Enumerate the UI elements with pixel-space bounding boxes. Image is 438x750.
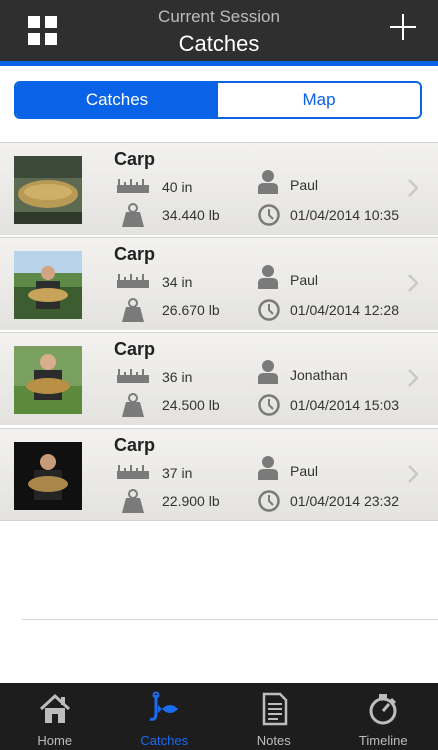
angler-name: Paul <box>290 177 319 193</box>
tab-bar: Home Catches Notes Timeline <box>0 683 438 750</box>
catch-row[interactable]: Carp 40 in 34.440 lb Paul 01/04/2014 10:… <box>0 142 438 235</box>
species-label: Carp <box>114 435 156 455</box>
add-catch-icon[interactable] <box>390 14 416 40</box>
weight-value: 22.900 lb <box>162 493 220 509</box>
session-subtitle: Current Session <box>158 7 280 26</box>
species-label: Carp <box>114 339 156 359</box>
weight-value: 24.500 lb <box>162 397 220 413</box>
length-value: 34 in <box>162 274 193 290</box>
clock-icon <box>258 299 280 321</box>
weight-icon <box>122 489 144 513</box>
tab-label: Notes <box>256 733 291 748</box>
angler-name: Jonathan <box>290 367 348 383</box>
catch-photo <box>14 251 82 319</box>
species-label: Carp <box>114 149 156 169</box>
tab-notes[interactable]: Notes <box>219 683 329 750</box>
home-icon <box>39 693 70 723</box>
catch-photo <box>14 156 82 224</box>
header-accent-bar <box>0 61 438 66</box>
chevron-right-icon <box>408 274 418 292</box>
angler-name: Paul <box>290 272 319 288</box>
weight-value: 26.670 lb <box>162 302 220 318</box>
catch-datetime: 01/04/2014 12:28 <box>290 302 399 318</box>
catch-row[interactable]: Carp 34 in 26.670 lb Paul 01/04/2014 12:… <box>0 237 438 330</box>
weight-icon <box>122 298 144 322</box>
top-bar: Current Session Catches <box>0 0 438 61</box>
length-value: 40 in <box>162 179 193 195</box>
tab-label: Home <box>37 733 73 748</box>
clock-icon <box>258 394 280 416</box>
ruler-icon <box>117 465 149 479</box>
person-icon <box>258 456 278 480</box>
ruler-icon <box>117 369 149 383</box>
tab-timeline[interactable]: Timeline <box>329 683 438 750</box>
tab-home[interactable]: Home <box>0 683 110 750</box>
chevron-right-icon <box>408 179 418 197</box>
list-divider <box>22 619 438 620</box>
person-icon <box>258 265 278 289</box>
segment-map[interactable]: Map <box>218 83 420 117</box>
person-icon <box>258 170 278 194</box>
length-value: 37 in <box>162 465 193 481</box>
clock-icon <box>258 490 280 512</box>
catch-photo <box>14 442 82 510</box>
tab-label: Timeline <box>358 733 408 748</box>
catches-icon <box>149 691 179 721</box>
catch-datetime: 01/04/2014 23:32 <box>290 493 399 509</box>
tab-catches[interactable]: Catches <box>110 683 220 750</box>
catch-row[interactable]: Carp 37 in 22.900 lb Paul 01/04/2014 23:… <box>0 428 438 521</box>
person-icon <box>258 360 278 384</box>
length-value: 36 in <box>162 369 193 385</box>
notes-icon <box>262 692 287 726</box>
chevron-right-icon <box>408 369 418 387</box>
chevron-right-icon <box>408 465 418 483</box>
angler-name: Paul <box>290 463 319 479</box>
weight-icon <box>122 203 144 227</box>
view-segmented-control: Catches Map <box>14 81 422 119</box>
page-title: Catches <box>178 31 260 56</box>
catch-datetime: 01/04/2014 10:35 <box>290 207 399 223</box>
catch-photo <box>14 346 82 414</box>
catch-datetime: 01/04/2014 15:03 <box>290 397 399 413</box>
timeline-icon <box>369 694 397 725</box>
weight-icon <box>122 393 144 417</box>
ruler-icon <box>117 179 149 193</box>
catch-row[interactable]: Carp 36 in 24.500 lb Jonathan 01/04/2014… <box>0 332 438 425</box>
weight-value: 34.440 lb <box>162 207 220 223</box>
segment-catches[interactable]: Catches <box>16 83 218 117</box>
species-label: Carp <box>114 244 156 264</box>
tab-label: Catches <box>140 733 189 748</box>
ruler-icon <box>117 274 149 288</box>
clock-icon <box>258 204 280 226</box>
